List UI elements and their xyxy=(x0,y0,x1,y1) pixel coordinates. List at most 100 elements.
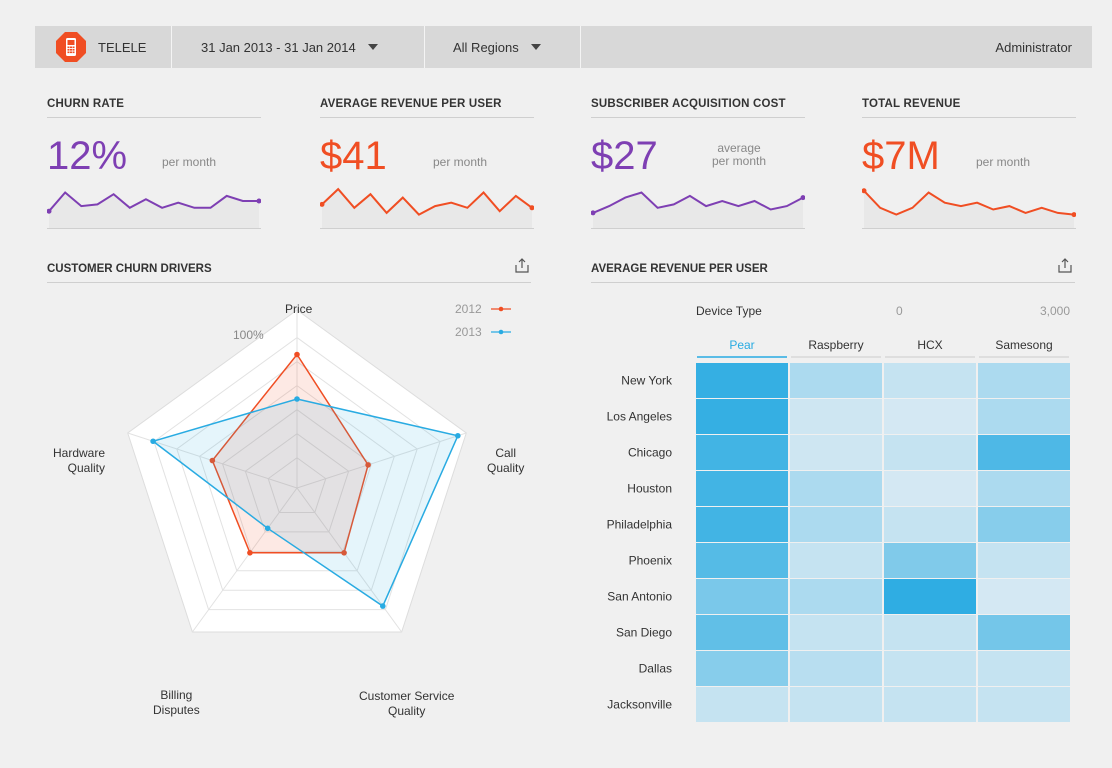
row-label: San Antonio xyxy=(607,590,672,604)
heatmap-cell xyxy=(978,543,1070,578)
heatmap-cell xyxy=(790,435,882,470)
kpi-value: 12% xyxy=(47,134,128,178)
sparkline-area xyxy=(864,190,1074,228)
kpi-value: $7M xyxy=(862,134,940,178)
row-label: Jacksonville xyxy=(607,698,672,712)
heatmap-cell xyxy=(790,471,882,506)
date-range-dropdown[interactable]: 31 Jan 2013 - 31 Jan 2014 xyxy=(201,26,378,68)
kpi-subtitle: average per month xyxy=(704,142,774,168)
row-label: San Diego xyxy=(616,626,672,640)
kpi-value: $27 xyxy=(591,134,658,178)
sparkline xyxy=(47,191,261,229)
device-type-label: Device Type xyxy=(696,304,762,318)
sparkline xyxy=(591,191,805,229)
legend-label: 2013 xyxy=(455,325,482,339)
heatmap-cell xyxy=(790,687,882,722)
heatmap-section-title: AVERAGE REVENUE PER USER xyxy=(591,263,1075,283)
sparkline xyxy=(320,187,534,229)
radar-point xyxy=(150,438,156,445)
heatmap-cell xyxy=(696,435,788,470)
kpi-subtitle: per month xyxy=(433,155,488,169)
date-range-label: 31 Jan 2013 - 31 Jan 2014 xyxy=(201,39,356,55)
axis-label-line: Billing xyxy=(160,688,193,702)
row-label: New York xyxy=(621,374,673,388)
kpi-value: $41 xyxy=(320,134,387,178)
kpi-acquisition-cost: SUBSCRIBER ACQUISITION COST $27 average … xyxy=(591,98,805,233)
heatmap-cell xyxy=(978,687,1070,722)
radar-svg xyxy=(127,309,467,633)
row-label: Phoenix xyxy=(629,554,672,568)
chevron-down-icon xyxy=(530,44,541,50)
kpi-subtitle: per month xyxy=(976,155,1031,169)
heatmap-cell xyxy=(978,651,1070,686)
heatmap-cell xyxy=(884,363,976,398)
radar-point xyxy=(294,396,300,402)
column-header-raspberry[interactable]: Raspberry xyxy=(808,338,863,352)
radar-point xyxy=(455,432,461,439)
share-icon[interactable] xyxy=(514,258,530,274)
legend-marker-icon xyxy=(491,306,512,312)
axis-label-call-quality: Call Quality xyxy=(487,446,524,476)
heatmap-cell xyxy=(696,543,788,578)
row-label: Houston xyxy=(627,482,672,496)
axis-label-line: Hardware xyxy=(53,446,106,460)
heatmap-cell xyxy=(696,651,788,686)
phone-logo-icon xyxy=(56,32,86,62)
kpi-subtitle-line2: per month xyxy=(711,154,767,168)
row-label: Dallas xyxy=(639,662,672,676)
heatmap-cell xyxy=(884,543,976,578)
row-label: Los Angeles xyxy=(607,410,672,424)
axis-label-customer-service-quality: Customer Service Quality xyxy=(359,689,454,719)
kpi-title: SUBSCRIBER ACQUISITION COST xyxy=(591,98,805,118)
heatmap-cell xyxy=(884,507,976,542)
column-header-pear[interactable]: Pear xyxy=(729,338,754,352)
heatmap-cell xyxy=(790,543,882,578)
axis-label-billing-disputes: Billing Disputes xyxy=(153,688,200,718)
heatmap-cell xyxy=(790,615,882,650)
radar-chart: 100% 2012 2013 Price Call Quality Custome… xyxy=(35,290,555,730)
share-icon[interactable] xyxy=(1057,258,1073,274)
sparkline xyxy=(862,188,1076,229)
kpi-title: TOTAL REVENUE xyxy=(862,98,1076,118)
axis-label-line: Quality xyxy=(388,704,426,718)
region-dropdown[interactable]: All Regions xyxy=(453,26,541,68)
heatmap-cell xyxy=(978,507,1070,542)
heatmap-cell xyxy=(790,399,882,434)
top-bar: TELELE 31 Jan 2013 - 31 Jan 2014 All Reg… xyxy=(35,26,1092,68)
heatmap-cell xyxy=(696,507,788,542)
sparkline-area xyxy=(49,192,259,228)
heatmap-cell xyxy=(884,399,976,434)
radar-max-label: 100% xyxy=(233,328,264,342)
kpi-title: AVERAGE REVENUE PER USER xyxy=(320,98,534,118)
scale-min-label: 0 xyxy=(896,304,903,318)
legend-label: 2012 xyxy=(455,302,482,316)
chevron-down-icon xyxy=(367,44,378,50)
heatmap-cell xyxy=(696,363,788,398)
heatmap-cell xyxy=(884,435,976,470)
heatmap-cell xyxy=(978,363,1070,398)
heatmap-cell xyxy=(790,363,882,398)
user-menu[interactable]: Administrator xyxy=(995,26,1072,68)
kpi-arpu: AVERAGE REVENUE PER USER $41 per month xyxy=(320,98,534,233)
axis-label-price: Price xyxy=(285,302,312,317)
heatmap-cell xyxy=(696,615,788,650)
kpi-subtitle: per month xyxy=(162,155,217,169)
column-header-samesong[interactable]: Samesong xyxy=(995,338,1052,352)
heatmap-cell xyxy=(978,579,1070,614)
heatmap-cell xyxy=(884,615,976,650)
axis-label-line: Call xyxy=(495,446,517,460)
heatmap-cell xyxy=(790,507,882,542)
scale-max-label: 3,000 xyxy=(1040,304,1071,318)
axis-label-line: Quality xyxy=(67,461,106,475)
heatmap-cell xyxy=(884,471,976,506)
kpi-churn-rate: CHURN RATE 12% per month xyxy=(47,98,261,233)
heatmap-cell xyxy=(978,399,1070,434)
column-header-hcx[interactable]: HCX xyxy=(917,338,942,352)
heatmap-cell xyxy=(790,651,882,686)
heatmap-svg: Pear Raspberry HCX Samesong New York Los Ange… xyxy=(607,338,1070,722)
radar-point xyxy=(247,550,253,556)
heatmap-cell xyxy=(696,399,788,434)
radar-section-title: CUSTOMER CHURN DRIVERS xyxy=(47,263,531,283)
heatmap-cell xyxy=(696,687,788,722)
axis-label-hardware-quality: Hardware Quality xyxy=(53,446,105,476)
